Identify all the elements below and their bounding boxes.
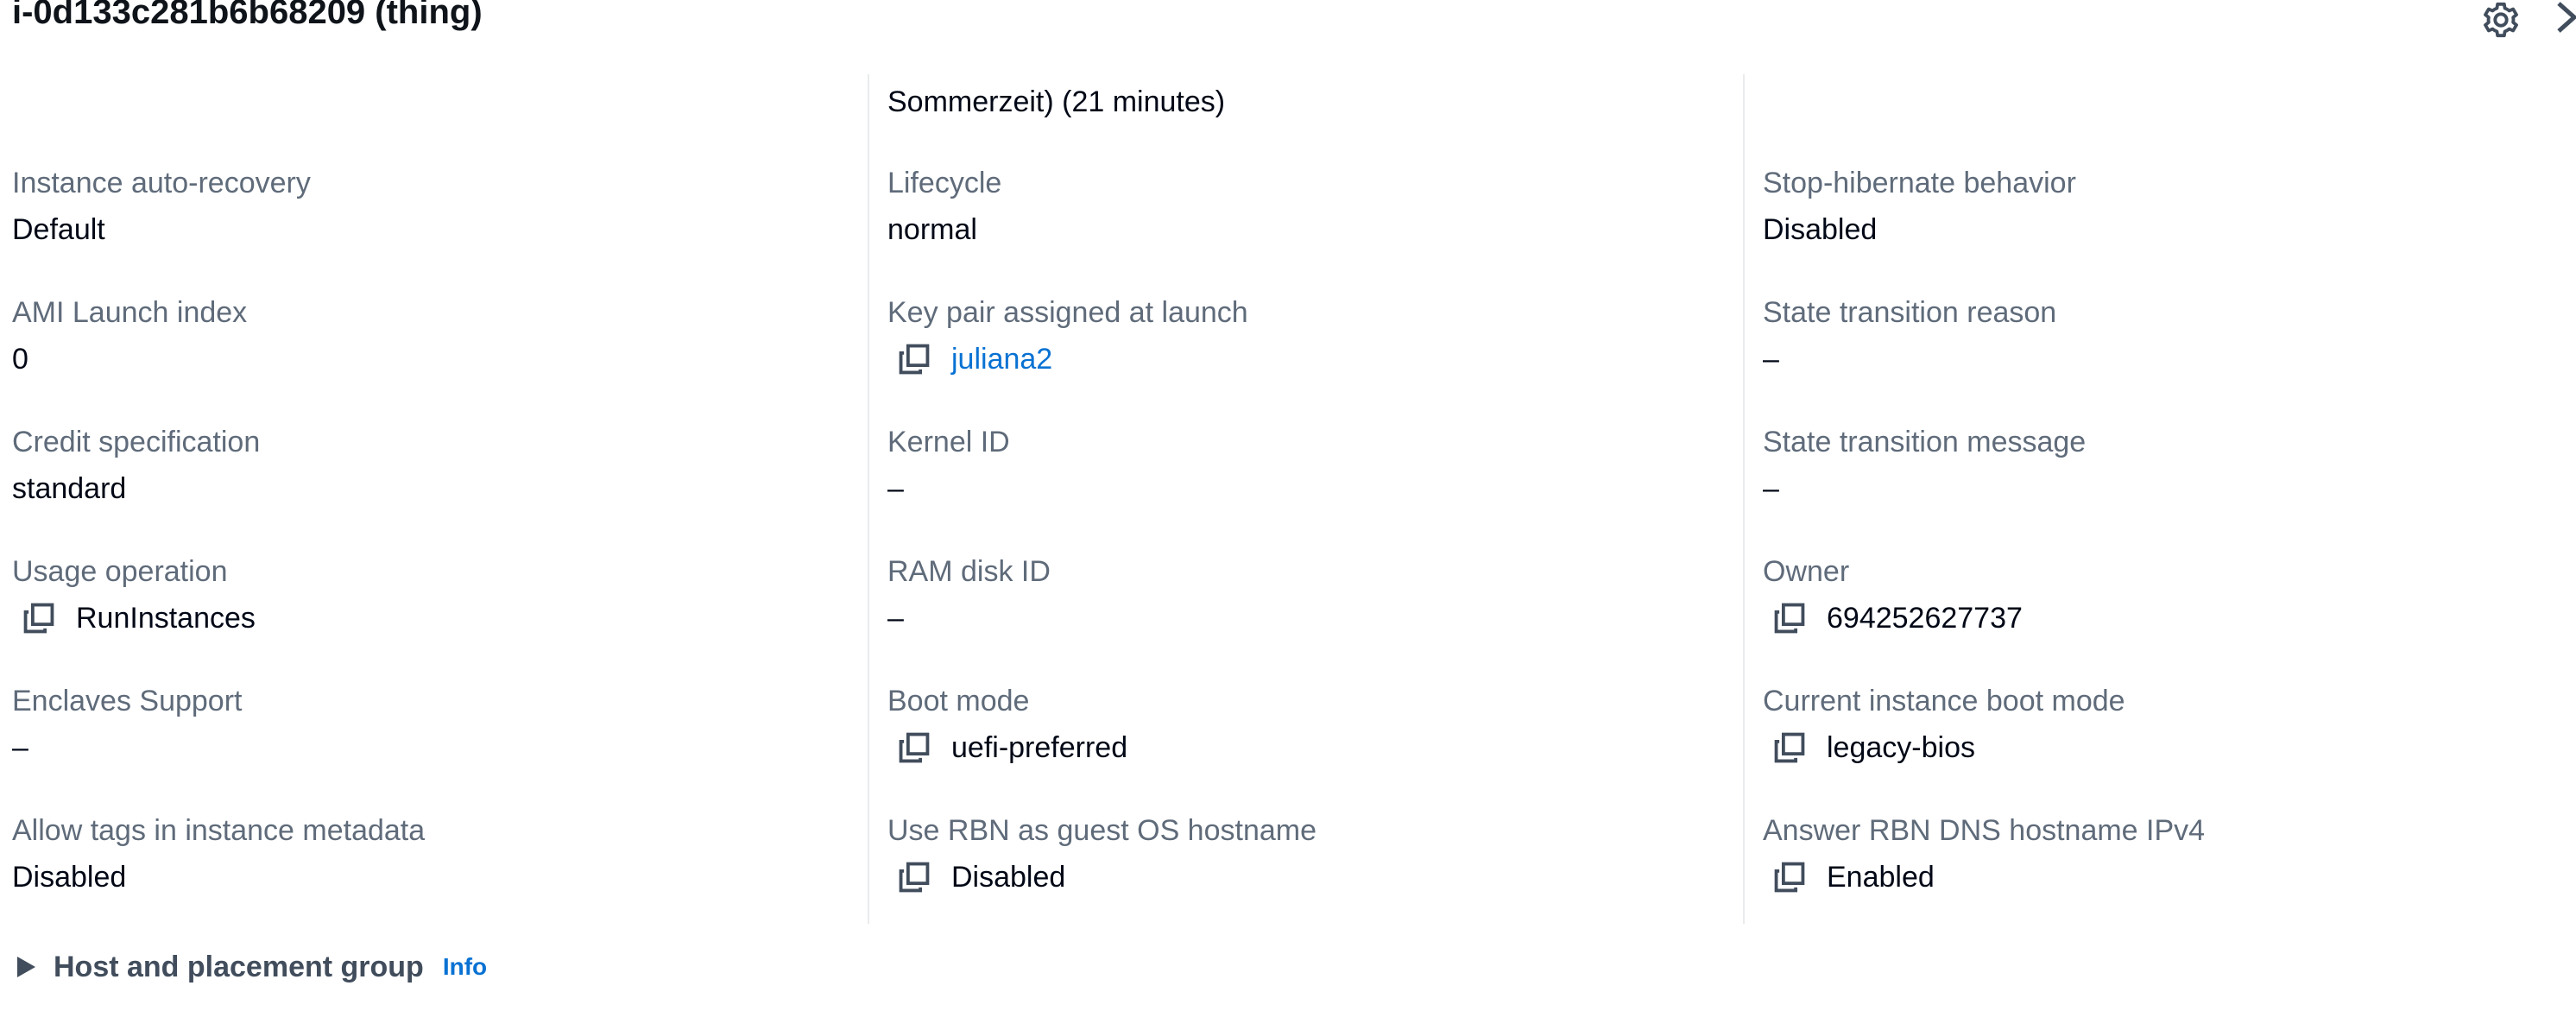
detail-field: RAM disk ID – — [887, 554, 1716, 635]
field-value-row: legacy-bios — [1763, 730, 2576, 765]
field-value: 0 — [12, 343, 28, 376]
field-value-row: – — [12, 730, 841, 765]
detail-field: Stop-hibernate behavior Disabled — [1763, 166, 2576, 247]
copy-icon[interactable] — [1773, 602, 1806, 635]
page-title: i-0d133c281b6b68209 (thing) — [12, 0, 483, 31]
field-value-row: standard — [12, 471, 841, 506]
field-label: Owner — [1763, 555, 1850, 588]
copy-icon[interactable] — [898, 731, 931, 764]
field-value: Default — [12, 213, 105, 246]
column-divider — [1743, 74, 1745, 924]
detail-field: Enclaves Support – — [12, 684, 841, 765]
field-value-row: – — [1763, 471, 2576, 506]
field-value: normal — [887, 213, 977, 246]
field-value: legacy-bios — [1827, 731, 1975, 764]
field-label: State transition message — [1763, 426, 2087, 458]
detail-field: Kernel ID – — [887, 425, 1716, 506]
field-label: Lifecycle — [887, 167, 1002, 199]
field-value-row: uefi-preferred — [887, 730, 1716, 765]
copy-icon[interactable] — [1773, 861, 1806, 894]
field-value-row: Disabled — [887, 860, 1716, 894]
field-value-link[interactable]: juliana2 — [951, 342, 1052, 376]
detail-field: Answer RBN DNS hostname IPv4 Enabled — [1763, 813, 2576, 894]
field-value: – — [887, 602, 904, 635]
field-value: uefi-preferred — [951, 731, 1128, 764]
field-value-row: Disabled — [12, 860, 841, 894]
detail-field: State transition reason – — [1763, 295, 2576, 376]
section-title[interactable]: Host and placement group — [54, 951, 424, 984]
field-value-row: 0 — [12, 342, 841, 376]
field-value: – — [887, 472, 904, 505]
field-label: Kernel ID — [887, 426, 1010, 458]
field-value: Disabled — [1763, 213, 1878, 246]
detail-field: Owner 694252627737 — [1763, 554, 2576, 635]
chevron-right-icon[interactable] — [2554, 0, 2576, 35]
copy-icon[interactable] — [898, 343, 931, 376]
field-value-row: Default — [12, 212, 841, 247]
field-value-row: normal — [887, 212, 1716, 247]
field-value: Enabled — [1827, 861, 1935, 894]
field-label: Stop-hibernate behavior — [1763, 167, 2076, 199]
field-label: Instance auto-recovery — [12, 167, 311, 199]
field-label: Allow tags in instance metadata — [12, 814, 426, 847]
field-value-row: – — [1763, 342, 2576, 376]
field-value-row: – — [887, 601, 1716, 635]
field-value: – — [1763, 472, 1779, 505]
instance-details-page: i-0d133c281b6b68209 (thing) Sommerzeit) … — [0, 0, 2576, 1011]
copy-icon[interactable] — [22, 602, 55, 635]
caret-right-icon[interactable] — [12, 954, 38, 980]
field-label: Answer RBN DNS hostname IPv4 — [1763, 814, 2206, 847]
field-value: Disabled — [951, 861, 1066, 894]
detail-field: State transition message – — [1763, 425, 2576, 506]
info-link[interactable]: Info — [443, 953, 487, 981]
field-label: Use RBN as guest OS hostname — [887, 814, 1317, 847]
field-value: standard — [12, 472, 127, 505]
launch-time-value-partial: Sommerzeit) (21 minutes) — [887, 85, 1226, 118]
field-label: AMI Launch index — [12, 296, 248, 329]
field-value: Disabled — [12, 861, 127, 894]
detail-field: Key pair assigned at launch juliana2 — [887, 295, 1716, 376]
field-value: RunInstances — [76, 602, 256, 635]
field-value-row: Disabled — [1763, 212, 2576, 247]
detail-field: Credit specification standard — [12, 425, 841, 506]
field-label: Current instance boot mode — [1763, 685, 2125, 717]
detail-field: Current instance boot mode legacy-bios — [1763, 684, 2576, 765]
field-value: – — [12, 731, 28, 764]
column-divider — [868, 74, 869, 924]
field-value-row: – — [887, 471, 1716, 506]
detail-field: Lifecycle normal — [887, 166, 1716, 247]
field-label: Usage operation — [12, 555, 228, 588]
field-value-row: 694252627737 — [1763, 601, 2576, 635]
field-label: Key pair assigned at launch — [887, 296, 1248, 329]
copy-icon[interactable] — [898, 861, 931, 894]
detail-field: Boot mode uefi-preferred — [887, 684, 1716, 765]
detail-field: Usage operation RunInstances — [12, 554, 841, 635]
field-label: Enclaves Support — [12, 685, 243, 717]
gear-icon[interactable] — [2481, 0, 2521, 40]
field-value-row: juliana2 — [887, 342, 1716, 376]
host-and-placement-group-section[interactable]: Host and placement group Info — [12, 948, 487, 986]
field-label: RAM disk ID — [887, 555, 1051, 588]
detail-field: AMI Launch index 0 — [12, 295, 841, 376]
copy-icon[interactable] — [1773, 731, 1806, 764]
detail-field: Allow tags in instance metadata Disabled — [12, 813, 841, 894]
field-value: – — [1763, 343, 1779, 376]
field-value-row: Enabled — [1763, 860, 2576, 894]
detail-field: Use RBN as guest OS hostname Disabled — [887, 813, 1716, 894]
detail-field: Instance auto-recovery Default — [12, 166, 841, 247]
field-value: 694252627737 — [1827, 602, 2023, 635]
field-label: Credit specification — [12, 426, 261, 458]
field-label: State transition reason — [1763, 296, 2057, 329]
field-value-row: RunInstances — [12, 601, 841, 635]
field-label: Boot mode — [887, 685, 1030, 717]
